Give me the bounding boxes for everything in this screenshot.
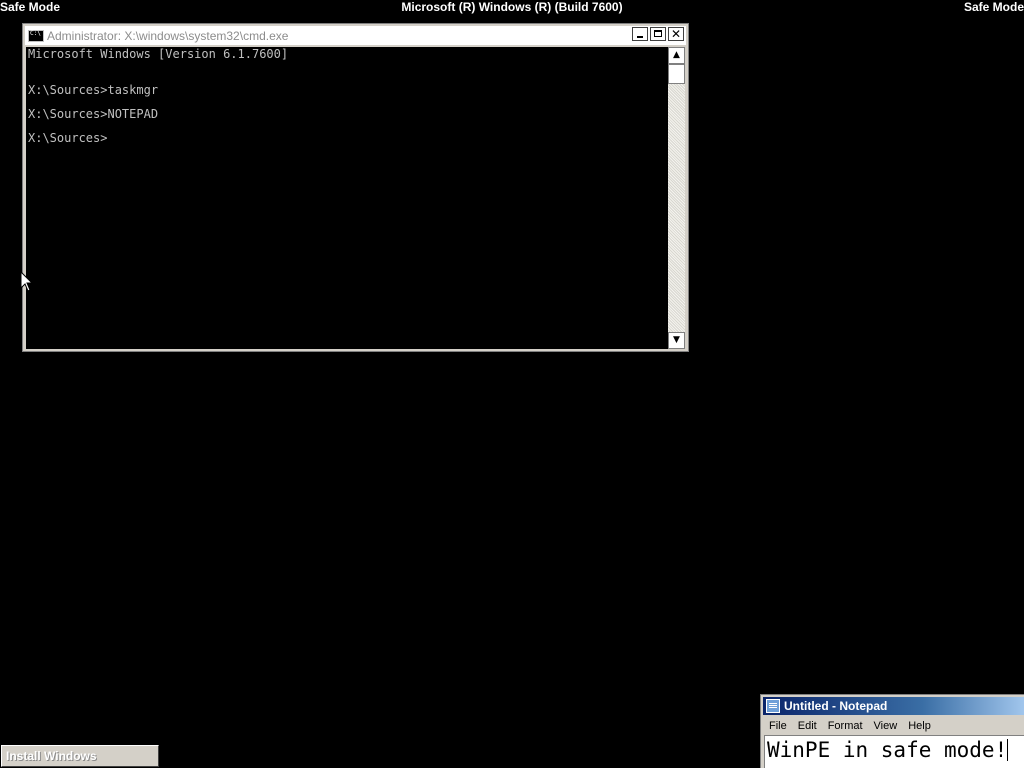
notepad-content-line: WinPE in safe mode! <box>767 737 1009 763</box>
cmd-window[interactable]: Administrator: X:\windows\system32\cmd.e… <box>22 23 689 352</box>
scrollbar-thumb[interactable] <box>668 64 685 84</box>
cmd-console-output[interactable]: Microsoft Windows [Version 6.1.7600] X:\… <box>26 47 668 349</box>
arrow-cursor-icon <box>21 272 33 292</box>
menu-file[interactable]: File <box>763 720 792 732</box>
close-button[interactable]: ✕ <box>668 27 684 41</box>
notepad-titlebar[interactable]: Untitled - Notepad <box>763 697 1024 715</box>
notepad-content: WinPE in safe mode! <box>767 738 1008 762</box>
text-caret <box>1007 739 1009 761</box>
notepad-text-area[interactable]: WinPE in safe mode! <box>764 735 1024 768</box>
console-prompt-line: X:\Sources> <box>28 131 108 145</box>
command-prompt-icon[interactable] <box>28 29 44 42</box>
scroll-down-arrow-icon[interactable]: ▼ <box>668 332 685 349</box>
scroll-up-arrow-icon[interactable]: ▲ <box>668 47 685 64</box>
notepad-title: Untitled - Notepad <box>784 699 888 713</box>
cmd-window-title: Administrator: X:\windows\system32\cmd.e… <box>47 28 289 43</box>
notepad-window[interactable]: Untitled - Notepad File Edit Format View… <box>760 694 1024 768</box>
cmd-titlebar[interactable]: Administrator: X:\windows\system32\cmd.e… <box>25 26 686 45</box>
menu-view[interactable]: View <box>868 720 903 732</box>
menu-edit[interactable]: Edit <box>792 720 822 732</box>
notepad-icon[interactable] <box>766 699 780 713</box>
cmd-vertical-scrollbar[interactable]: ▲ ▼ <box>668 47 685 349</box>
console-line: Microsoft Windows [Version 6.1.7600] <box>28 47 289 61</box>
menu-help[interactable]: Help <box>902 720 936 732</box>
safe-mode-label-right: Safe Mode <box>963 0 1024 14</box>
maximize-button[interactable] <box>650 27 666 41</box>
cmd-window-controls: ✕ <box>632 27 684 41</box>
build-label: Microsoft (R) Windows (R) (Build 7600) <box>401 0 623 14</box>
install-windows-taskbar-button[interactable]: Install Windows <box>1 745 159 767</box>
notepad-menubar: File Edit Format View Help <box>763 716 1024 735</box>
console-line: X:\Sources>NOTEPAD <box>28 107 159 121</box>
menu-format[interactable]: Format <box>822 720 868 732</box>
desktop: Safe Mode Microsoft (R) Windows (R) (Bui… <box>0 0 1024 768</box>
install-windows-label: Install Windows <box>6 749 97 763</box>
console-line: X:\Sources>taskmgr <box>28 83 159 97</box>
minimize-button[interactable] <box>632 27 648 41</box>
